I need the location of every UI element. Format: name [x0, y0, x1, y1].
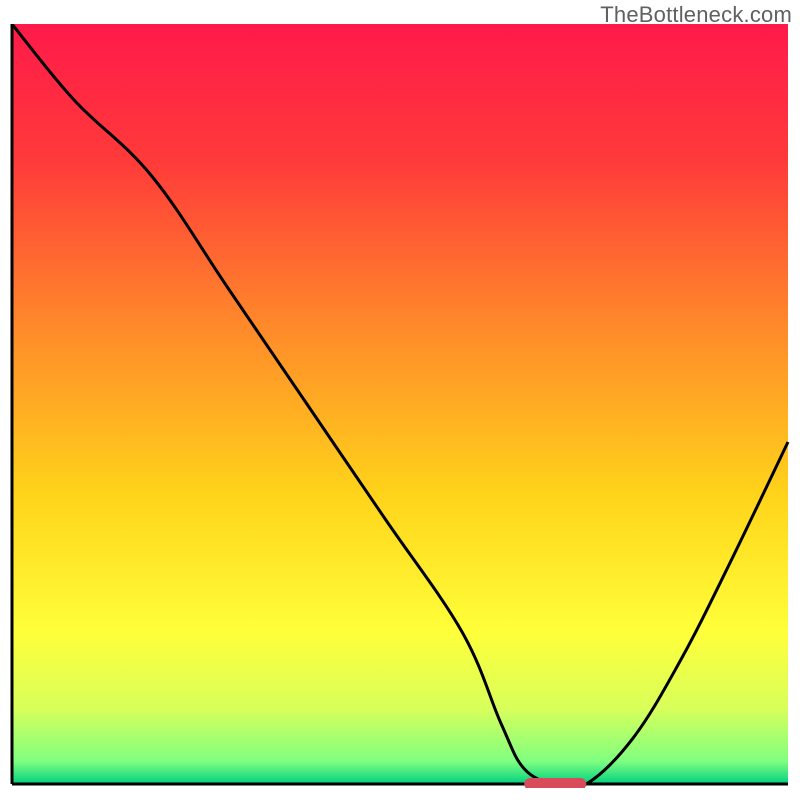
optimum-marker — [524, 778, 586, 788]
gradient-background — [12, 24, 788, 784]
bottleneck-chart — [10, 24, 790, 788]
chart-container: { "watermark": "TheBottleneck.com", "col… — [0, 0, 800, 800]
